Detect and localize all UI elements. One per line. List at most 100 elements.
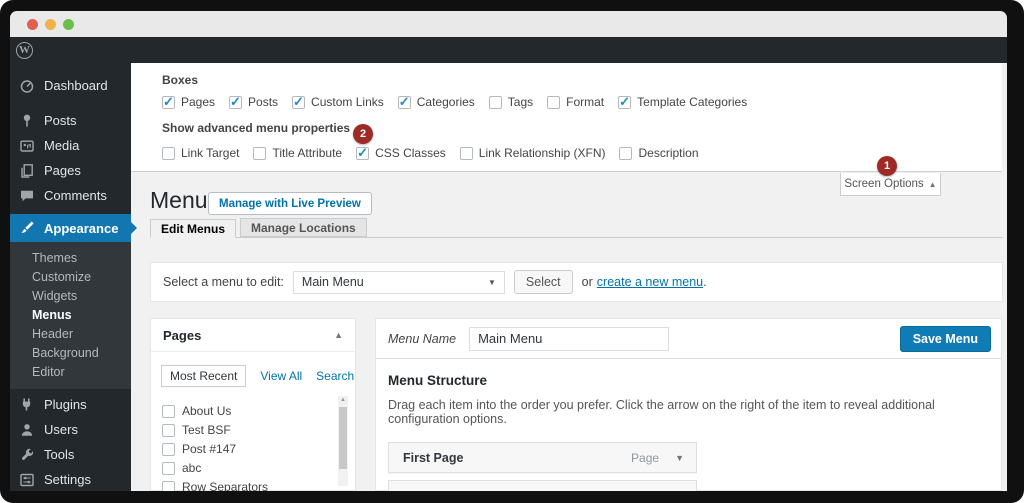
checkbox-format[interactable]: Format <box>547 95 604 109</box>
annotation-badge-2: 2 <box>353 124 373 144</box>
checkbox-title-attribute[interactable]: Title Attribute <box>253 146 342 160</box>
tab-edit-menus[interactable]: Edit Menus <box>150 219 237 238</box>
checkbox-link-target[interactable]: Link Target <box>162 146 239 160</box>
expand-item-arrow-icon[interactable]: ▼ <box>675 491 684 492</box>
tab-most-recent[interactable]: Most Recent <box>161 365 247 387</box>
link-target-checkbox[interactable] <box>162 146 175 160</box>
admin-sidebar: Dashboard Posts Media Pages Comments App… <box>10 63 131 491</box>
submenu-item-customize[interactable]: Customize <box>10 268 131 287</box>
comment-icon <box>19 188 35 204</box>
template-categories-checkbox[interactable] <box>618 94 632 110</box>
sidebar-item-dashboard[interactable]: Dashboard <box>10 73 131 98</box>
css-classes-checkbox[interactable] <box>356 145 370 161</box>
zoom-window-button[interactable] <box>63 18 74 30</box>
boxes-heading: Boxes <box>162 73 199 87</box>
wordpress-logo-icon[interactable]: W <box>16 41 33 59</box>
page-item-row-separators[interactable]: Row Separators <box>162 480 329 491</box>
menu-structure-help: Drag each item into the order you prefer… <box>388 398 935 426</box>
sidebar-item-users[interactable]: Users <box>10 417 131 442</box>
abc-checkbox[interactable] <box>162 461 175 475</box>
create-new-menu-link[interactable]: create a new menu <box>597 275 703 289</box>
browser-window: W Dashboard Posts Media Pages Comments A… <box>10 11 1007 491</box>
checkbox-custom-links[interactable]: Custom Links <box>292 94 384 110</box>
advanced-properties-heading: Show advanced menu properties <box>162 121 351 135</box>
sentence-period: . <box>703 275 707 289</box>
sidebar-item-comments[interactable]: Comments <box>10 183 131 208</box>
posts-checkbox[interactable] <box>229 94 243 110</box>
pages-checkbox[interactable] <box>162 94 175 110</box>
advanced-checkbox-row: Link Target Title Attribute CSS Classes … <box>162 145 699 161</box>
page-item-abc[interactable]: abc <box>162 461 329 475</box>
admin-content: Boxes Pages Posts Custom Links Categorie… <box>131 63 1007 491</box>
submenu-item-widgets[interactable]: Widgets <box>10 287 131 306</box>
checkbox-template-categories[interactable]: Template Categories <box>618 94 747 110</box>
menu-item-first-page[interactable]: First Page Page ▼ <box>388 442 697 473</box>
row-separators-checkbox[interactable] <box>162 480 175 491</box>
dashboard-icon <box>19 78 35 94</box>
page-item-about-us[interactable]: About Us <box>162 404 329 418</box>
tags-checkbox[interactable] <box>488 95 502 109</box>
checkbox-posts[interactable]: Posts <box>229 94 278 110</box>
checkbox-categories[interactable]: Categories <box>397 94 475 110</box>
sidebar-item-settings[interactable]: Settings <box>10 467 131 492</box>
tab-view-all[interactable]: View All <box>260 369 302 383</box>
submenu-item-editor[interactable]: Editor <box>10 363 131 382</box>
tab-search[interactable]: Search <box>316 369 354 383</box>
close-window-button[interactable] <box>27 18 38 30</box>
format-checkbox[interactable] <box>547 95 561 109</box>
pages-filter-tabs: Most Recent View All Search <box>161 365 354 387</box>
custom-links-checkbox[interactable] <box>292 94 306 110</box>
menu-editor-panel: Menu Name Save Menu Menu Structure Drag … <box>375 318 1002 491</box>
sidebar-item-appearance[interactable]: Appearance <box>10 214 131 242</box>
sidebar-item-pages[interactable]: Pages <box>10 158 131 183</box>
sidebar-item-plugins[interactable]: Plugins <box>10 392 131 417</box>
expand-item-arrow-icon[interactable]: ▼ <box>675 453 684 463</box>
description-checkbox[interactable] <box>619 146 633 160</box>
chevron-down-icon: ▼ <box>487 277 496 287</box>
minimize-window-button[interactable] <box>45 18 56 30</box>
about-us-checkbox[interactable] <box>162 404 175 418</box>
categories-checkbox[interactable] <box>397 94 411 110</box>
screen-options-tab[interactable]: Screen Options ▲ <box>840 173 941 196</box>
menus-tab-bar: Edit Menus Manage Locations <box>150 218 1003 238</box>
sidebar-item-media[interactable]: Media <box>10 133 131 158</box>
pages-list-scrollbar[interactable]: ▲ <box>338 396 348 486</box>
menu-select-dropdown[interactable]: Main Menu ▼ <box>292 270 505 294</box>
sidebar-item-tools[interactable]: Tools <box>10 442 131 467</box>
select-button[interactable]: Select <box>513 270 573 294</box>
checkbox-pages[interactable]: Pages <box>162 94 215 110</box>
scroll-up-arrow-icon[interactable]: ▲ <box>338 397 348 403</box>
chevron-up-icon: ▲ <box>928 179 937 189</box>
checkbox-tags[interactable]: Tags <box>488 95 533 109</box>
menu-name-input[interactable] <box>469 326 670 351</box>
collapse-arrow-icon[interactable]: ▲ <box>334 330 343 340</box>
wp-admin-bar: W <box>10 37 1007 63</box>
submenu-item-themes[interactable]: Themes <box>10 249 131 268</box>
tab-manage-locations[interactable]: Manage Locations <box>240 218 367 237</box>
submenu-item-menus[interactable]: Menus <box>10 306 131 325</box>
sidebar-item-posts[interactable]: Posts <box>10 108 131 133</box>
plugin-icon <box>19 397 35 413</box>
pages-metabox-header[interactable]: Pages ▲ <box>151 319 355 352</box>
screen-options-panel: Boxes Pages Posts Custom Links Categorie… <box>131 63 1002 172</box>
test-bsf-checkbox[interactable] <box>162 423 175 437</box>
select-menu-label: Select a menu to edit: <box>163 275 284 289</box>
checkbox-css-classes[interactable]: CSS Classes <box>356 145 446 161</box>
annotation-badge-1: 1 <box>877 156 897 176</box>
save-menu-button[interactable]: Save Menu <box>899 325 991 352</box>
page-item-test-bsf[interactable]: Test BSF <box>162 423 329 437</box>
title-attribute-checkbox[interactable] <box>253 146 267 160</box>
page-item-post-147[interactable]: Post #147 <box>162 442 329 456</box>
submenu-item-background[interactable]: Background <box>10 344 131 363</box>
boxes-checkbox-row: Pages Posts Custom Links Categories Tags… <box>162 94 747 110</box>
scrollbar-thumb[interactable] <box>339 407 347 469</box>
submenu-item-header[interactable]: Header <box>10 325 131 344</box>
user-icon <box>19 422 35 438</box>
manage-live-preview-button[interactable]: Manage with Live Preview <box>208 192 372 215</box>
post-147-checkbox[interactable] <box>162 442 175 456</box>
menu-item-contact-us[interactable]: Contact Us Page ▼ <box>388 480 697 491</box>
link-relationship-checkbox[interactable] <box>459 146 473 160</box>
checkbox-link-relationship[interactable]: Link Relationship (XFN) <box>459 146 605 160</box>
checkbox-description[interactable]: Description <box>619 146 699 160</box>
paintbrush-icon <box>19 220 35 236</box>
